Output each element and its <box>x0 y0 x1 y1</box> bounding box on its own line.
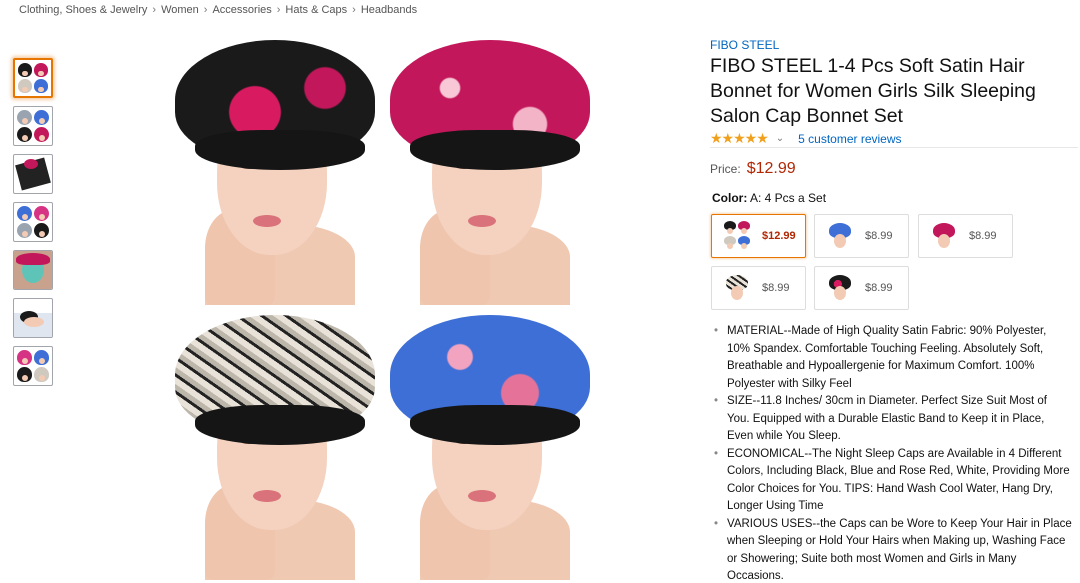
product-title: FIBO STEEL 1-4 Pcs Soft Satin Hair Bonne… <box>710 55 1036 127</box>
thumbnail-5[interactable] <box>13 250 53 290</box>
price-row: Price: $12.99 <box>710 160 796 178</box>
breadcrumb-headbands[interactable]: Headbands <box>361 4 417 16</box>
swatch-image <box>827 273 853 303</box>
breadcrumb-separator: › <box>276 4 281 16</box>
breadcrumb-separator: › <box>203 4 208 16</box>
swatch-price: $8.99 <box>762 282 790 294</box>
thumbnail-4[interactable] <box>13 202 53 242</box>
feature-bullet-various-uses: VARIOUS USES--the Caps can be Wore to Ke… <box>712 516 1072 583</box>
swatch-price: $8.99 <box>969 230 997 242</box>
thumbnail-3[interactable] <box>13 154 53 194</box>
swatch-price: $12.99 <box>762 230 796 242</box>
swatch-black-floral[interactable]: $8.99 <box>814 266 909 310</box>
swatch-blue[interactable]: $8.99 <box>814 214 909 258</box>
model-black-floral-cap <box>165 35 395 305</box>
rating-row: ★★★★★ ⌄ 5 customer reviews <box>710 130 902 147</box>
breadcrumb: Clothing, Shoes & Jewelry › Women › Accessor… <box>19 4 417 16</box>
price-value: $12.99 <box>746 160 796 177</box>
thumbnail-list <box>13 58 53 394</box>
swatch-4-pcs-set[interactable]: $12.99 <box>711 214 806 258</box>
breadcrumb-clothing[interactable]: Clothing, Shoes & Jewelry <box>19 4 147 16</box>
main-product-image[interactable] <box>160 30 620 580</box>
chevron-down-icon[interactable]: ⌄ <box>776 133 784 144</box>
price-label: Price: <box>710 162 741 176</box>
breadcrumb-hats-caps[interactable]: Hats & Caps <box>285 4 347 16</box>
swatch-rose-red[interactable]: $8.99 <box>918 214 1013 258</box>
model-blue-floral-cap <box>380 310 610 580</box>
color-selection-label: Color: A: 4 Pcs a Set <box>712 191 826 205</box>
swatch-image <box>931 221 957 251</box>
breadcrumb-separator: › <box>152 4 157 16</box>
thumbnail-2[interactable] <box>13 106 53 146</box>
swatch-price: $8.99 <box>865 230 893 242</box>
model-rose-red-cap <box>380 35 610 305</box>
color-label: Color: <box>712 191 748 205</box>
breadcrumb-women[interactable]: Women <box>161 4 199 16</box>
swatch-image <box>724 273 750 303</box>
color-value: A: 4 Pcs a Set <box>750 191 827 205</box>
feature-bullet-economical: ECONOMICAL--The Night Sleep Caps are Ava… <box>712 446 1072 516</box>
swatch-image <box>827 221 853 251</box>
divider <box>710 147 1078 148</box>
thumbnail-6[interactable] <box>13 298 53 338</box>
feature-bullets: MATERIAL--Made of High Quality Satin Fab… <box>712 323 1072 583</box>
customer-reviews-link[interactable]: 5 customer reviews <box>798 132 901 146</box>
thumbnail-7[interactable] <box>13 346 53 386</box>
breadcrumb-separator: › <box>352 4 356 16</box>
swatch-leopard[interactable]: $8.99 <box>711 266 806 310</box>
brand-link[interactable]: FIBO STEEL <box>710 38 779 52</box>
thumbnail-1[interactable] <box>13 58 53 98</box>
feature-bullet-size: SIZE--11.8 Inches/ 30cm in Diameter. Per… <box>712 393 1072 446</box>
star-rating-icon[interactable]: ★★★★★ <box>710 130 769 147</box>
swatch-price: $8.99 <box>865 282 893 294</box>
model-leopard-cap <box>165 310 395 580</box>
breadcrumb-accessories[interactable]: Accessories <box>212 4 271 16</box>
feature-bullet-material: MATERIAL--Made of High Quality Satin Fab… <box>712 323 1072 393</box>
swatch-image <box>724 221 750 251</box>
